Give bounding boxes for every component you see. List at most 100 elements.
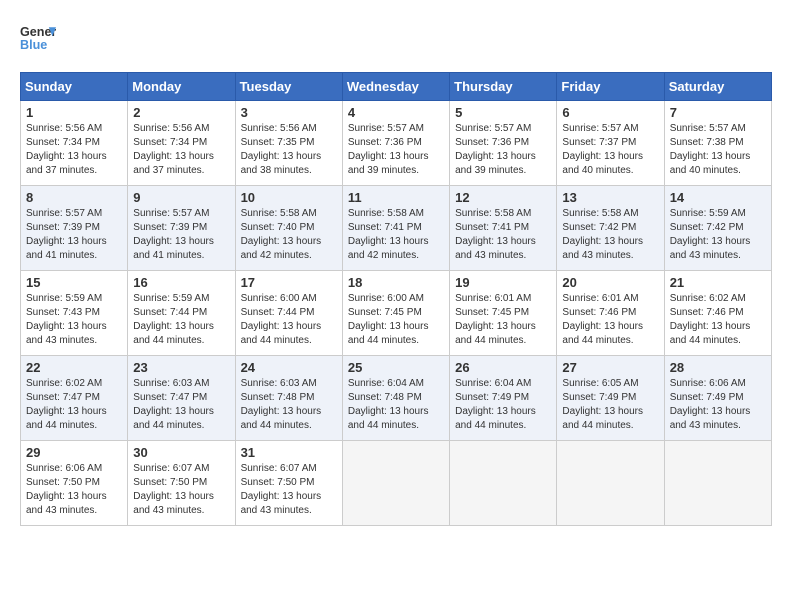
- day-info: Sunrise: 6:04 AM Sunset: 7:48 PM Dayligh…: [348, 377, 444, 433]
- calendar-cell: 6Sunrise: 5:57 AM Sunset: 7:37 PM Daylig…: [557, 101, 664, 186]
- calendar-cell: 29 Sunrise: 6:06 AM Sunset: 7:50 PM Dayli…: [21, 441, 128, 526]
- day-info: Sunrise: 5:56 AM Sunset: 7:35 PM Dayligh…: [241, 122, 337, 178]
- calendar-row-2: 8Sunrise: 5:57 AM Sunset: 7:39 PM Daylig…: [21, 186, 772, 271]
- calendar-cell: 22Sunrise: 6:02 AM Sunset: 7:47 PM Dayli…: [21, 356, 128, 441]
- day-number: 7: [670, 105, 766, 120]
- day-info: Sunrise: 5:58 AM Sunset: 7:41 PM Dayligh…: [348, 207, 444, 263]
- day-info: Sunrise: 5:56 AM Sunset: 7:34 PM Dayligh…: [26, 122, 122, 178]
- calendar-cell: 14 Sunrise: 5:59 AM Sunset: 7:42 PM Dayli…: [664, 186, 771, 271]
- calendar-cell: [664, 441, 771, 526]
- calendar-cell: [557, 441, 664, 526]
- day-number: 21: [670, 275, 766, 290]
- day-info: Sunrise: 6:06 AM Sunset: 7:49 PM Dayligh…: [670, 377, 766, 433]
- calendar-cell: 11 Sunrise: 5:58 AM Sunset: 7:41 PM Dayli…: [342, 186, 449, 271]
- weekday-header-sunday: Sunday: [21, 73, 128, 101]
- day-number: 31: [241, 445, 337, 460]
- day-info: Sunrise: 5:57 AM Sunset: 7:37 PM Dayligh…: [562, 122, 658, 178]
- calendar-cell: 4 Sunrise: 5:57 AM Sunset: 7:36 PM Daylig…: [342, 101, 449, 186]
- day-number: 14: [670, 190, 766, 205]
- calendar-cell: 27 Sunrise: 6:05 AM Sunset: 7:49 PM Dayli…: [557, 356, 664, 441]
- day-number: 29: [26, 445, 122, 460]
- day-info: Sunrise: 5:59 AM Sunset: 7:44 PM Dayligh…: [133, 292, 229, 348]
- calendar-row-4: 22Sunrise: 6:02 AM Sunset: 7:47 PM Dayli…: [21, 356, 772, 441]
- calendar-cell: 21 Sunrise: 6:02 AM Sunset: 7:46 PM Dayli…: [664, 271, 771, 356]
- calendar-cell: 7 Sunrise: 5:57 AM Sunset: 7:38 PM Daylig…: [664, 101, 771, 186]
- day-info: Sunrise: 6:06 AM Sunset: 7:50 PM Dayligh…: [26, 462, 122, 518]
- calendar-cell: 31 Sunrise: 6:07 AM Sunset: 7:50 PM Dayli…: [235, 441, 342, 526]
- calendar-cell: 10 Sunrise: 5:58 AM Sunset: 7:40 PM Dayli…: [235, 186, 342, 271]
- day-info: Sunrise: 5:57 AM Sunset: 7:38 PM Dayligh…: [670, 122, 766, 178]
- day-number: 1: [26, 105, 122, 120]
- calendar-cell: 1 Sunrise: 5:56 AM Sunset: 7:34 PM Daylig…: [21, 101, 128, 186]
- day-info: Sunrise: 6:05 AM Sunset: 7:49 PM Dayligh…: [562, 377, 658, 433]
- weekday-header-row: SundayMondayTuesdayWednesdayThursdayFrid…: [21, 73, 772, 101]
- day-info: Sunrise: 5:59 AM Sunset: 7:43 PM Dayligh…: [26, 292, 122, 348]
- calendar-cell: 18Sunrise: 6:00 AM Sunset: 7:45 PM Dayli…: [342, 271, 449, 356]
- day-number: 15: [26, 275, 122, 290]
- calendar-cell: 28 Sunrise: 6:06 AM Sunset: 7:49 PM Dayli…: [664, 356, 771, 441]
- calendar-cell: 16 Sunrise: 5:59 AM Sunset: 7:44 PM Dayli…: [128, 271, 235, 356]
- calendar-cell: 3Sunrise: 5:56 AM Sunset: 7:35 PM Daylig…: [235, 101, 342, 186]
- svg-text:Blue: Blue: [20, 38, 47, 52]
- day-info: Sunrise: 5:59 AM Sunset: 7:42 PM Dayligh…: [670, 207, 766, 263]
- calendar-cell: 12 Sunrise: 5:58 AM Sunset: 7:41 PM Dayli…: [450, 186, 557, 271]
- day-number: 5: [455, 105, 551, 120]
- calendar-row-1: 1 Sunrise: 5:56 AM Sunset: 7:34 PM Daylig…: [21, 101, 772, 186]
- calendar-cell: 17 Sunrise: 6:00 AM Sunset: 7:44 PM Dayli…: [235, 271, 342, 356]
- day-info: Sunrise: 5:57 AM Sunset: 7:36 PM Dayligh…: [455, 122, 551, 178]
- calendar-cell: [342, 441, 449, 526]
- calendar-cell: 15 Sunrise: 5:59 AM Sunset: 7:43 PM Dayli…: [21, 271, 128, 356]
- calendar-table: SundayMondayTuesdayWednesdayThursdayFrid…: [20, 72, 772, 526]
- calendar-cell: 9 Sunrise: 5:57 AM Sunset: 7:39 PM Daylig…: [128, 186, 235, 271]
- day-number: 2: [133, 105, 229, 120]
- weekday-header-saturday: Saturday: [664, 73, 771, 101]
- day-info: Sunrise: 5:58 AM Sunset: 7:40 PM Dayligh…: [241, 207, 337, 263]
- day-number: 13: [562, 190, 658, 205]
- calendar-cell: 5 Sunrise: 5:57 AM Sunset: 7:36 PM Daylig…: [450, 101, 557, 186]
- calendar-cell: 19 Sunrise: 6:01 AM Sunset: 7:45 PM Dayli…: [450, 271, 557, 356]
- day-number: 28: [670, 360, 766, 375]
- day-info: Sunrise: 5:57 AM Sunset: 7:36 PM Dayligh…: [348, 122, 444, 178]
- day-info: Sunrise: 6:03 AM Sunset: 7:47 PM Dayligh…: [133, 377, 229, 433]
- calendar-cell: 25 Sunrise: 6:04 AM Sunset: 7:48 PM Dayli…: [342, 356, 449, 441]
- day-number: 20: [562, 275, 658, 290]
- calendar-row-3: 15 Sunrise: 5:59 AM Sunset: 7:43 PM Dayli…: [21, 271, 772, 356]
- calendar-row-5: 29 Sunrise: 6:06 AM Sunset: 7:50 PM Dayli…: [21, 441, 772, 526]
- day-number: 10: [241, 190, 337, 205]
- day-number: 24: [241, 360, 337, 375]
- day-number: 30: [133, 445, 229, 460]
- day-info: Sunrise: 6:02 AM Sunset: 7:46 PM Dayligh…: [670, 292, 766, 348]
- day-number: 4: [348, 105, 444, 120]
- weekday-header-monday: Monday: [128, 73, 235, 101]
- day-number: 16: [133, 275, 229, 290]
- calendar-cell: 13Sunrise: 5:58 AM Sunset: 7:42 PM Dayli…: [557, 186, 664, 271]
- weekday-header-friday: Friday: [557, 73, 664, 101]
- weekday-header-wednesday: Wednesday: [342, 73, 449, 101]
- day-number: 19: [455, 275, 551, 290]
- calendar-cell: 20 Sunrise: 6:01 AM Sunset: 7:46 PM Dayli…: [557, 271, 664, 356]
- logo-icon: General Blue: [20, 20, 56, 56]
- weekday-header-thursday: Thursday: [450, 73, 557, 101]
- day-info: Sunrise: 5:58 AM Sunset: 7:41 PM Dayligh…: [455, 207, 551, 263]
- calendar-cell: 8Sunrise: 5:57 AM Sunset: 7:39 PM Daylig…: [21, 186, 128, 271]
- calendar-cell: [450, 441, 557, 526]
- day-number: 9: [133, 190, 229, 205]
- day-number: 27: [562, 360, 658, 375]
- day-info: Sunrise: 6:03 AM Sunset: 7:48 PM Dayligh…: [241, 377, 337, 433]
- day-info: Sunrise: 5:57 AM Sunset: 7:39 PM Dayligh…: [133, 207, 229, 263]
- day-number: 23: [133, 360, 229, 375]
- day-info: Sunrise: 6:01 AM Sunset: 7:46 PM Dayligh…: [562, 292, 658, 348]
- weekday-header-tuesday: Tuesday: [235, 73, 342, 101]
- calendar-cell: 23 Sunrise: 6:03 AM Sunset: 7:47 PM Dayli…: [128, 356, 235, 441]
- day-number: 11: [348, 190, 444, 205]
- day-number: 17: [241, 275, 337, 290]
- day-info: Sunrise: 6:00 AM Sunset: 7:44 PM Dayligh…: [241, 292, 337, 348]
- day-number: 25: [348, 360, 444, 375]
- calendar-cell: 30Sunrise: 6:07 AM Sunset: 7:50 PM Dayli…: [128, 441, 235, 526]
- day-info: Sunrise: 5:56 AM Sunset: 7:34 PM Dayligh…: [133, 122, 229, 178]
- day-info: Sunrise: 6:04 AM Sunset: 7:49 PM Dayligh…: [455, 377, 551, 433]
- day-number: 26: [455, 360, 551, 375]
- day-info: Sunrise: 6:01 AM Sunset: 7:45 PM Dayligh…: [455, 292, 551, 348]
- day-info: Sunrise: 6:07 AM Sunset: 7:50 PM Dayligh…: [241, 462, 337, 518]
- day-number: 12: [455, 190, 551, 205]
